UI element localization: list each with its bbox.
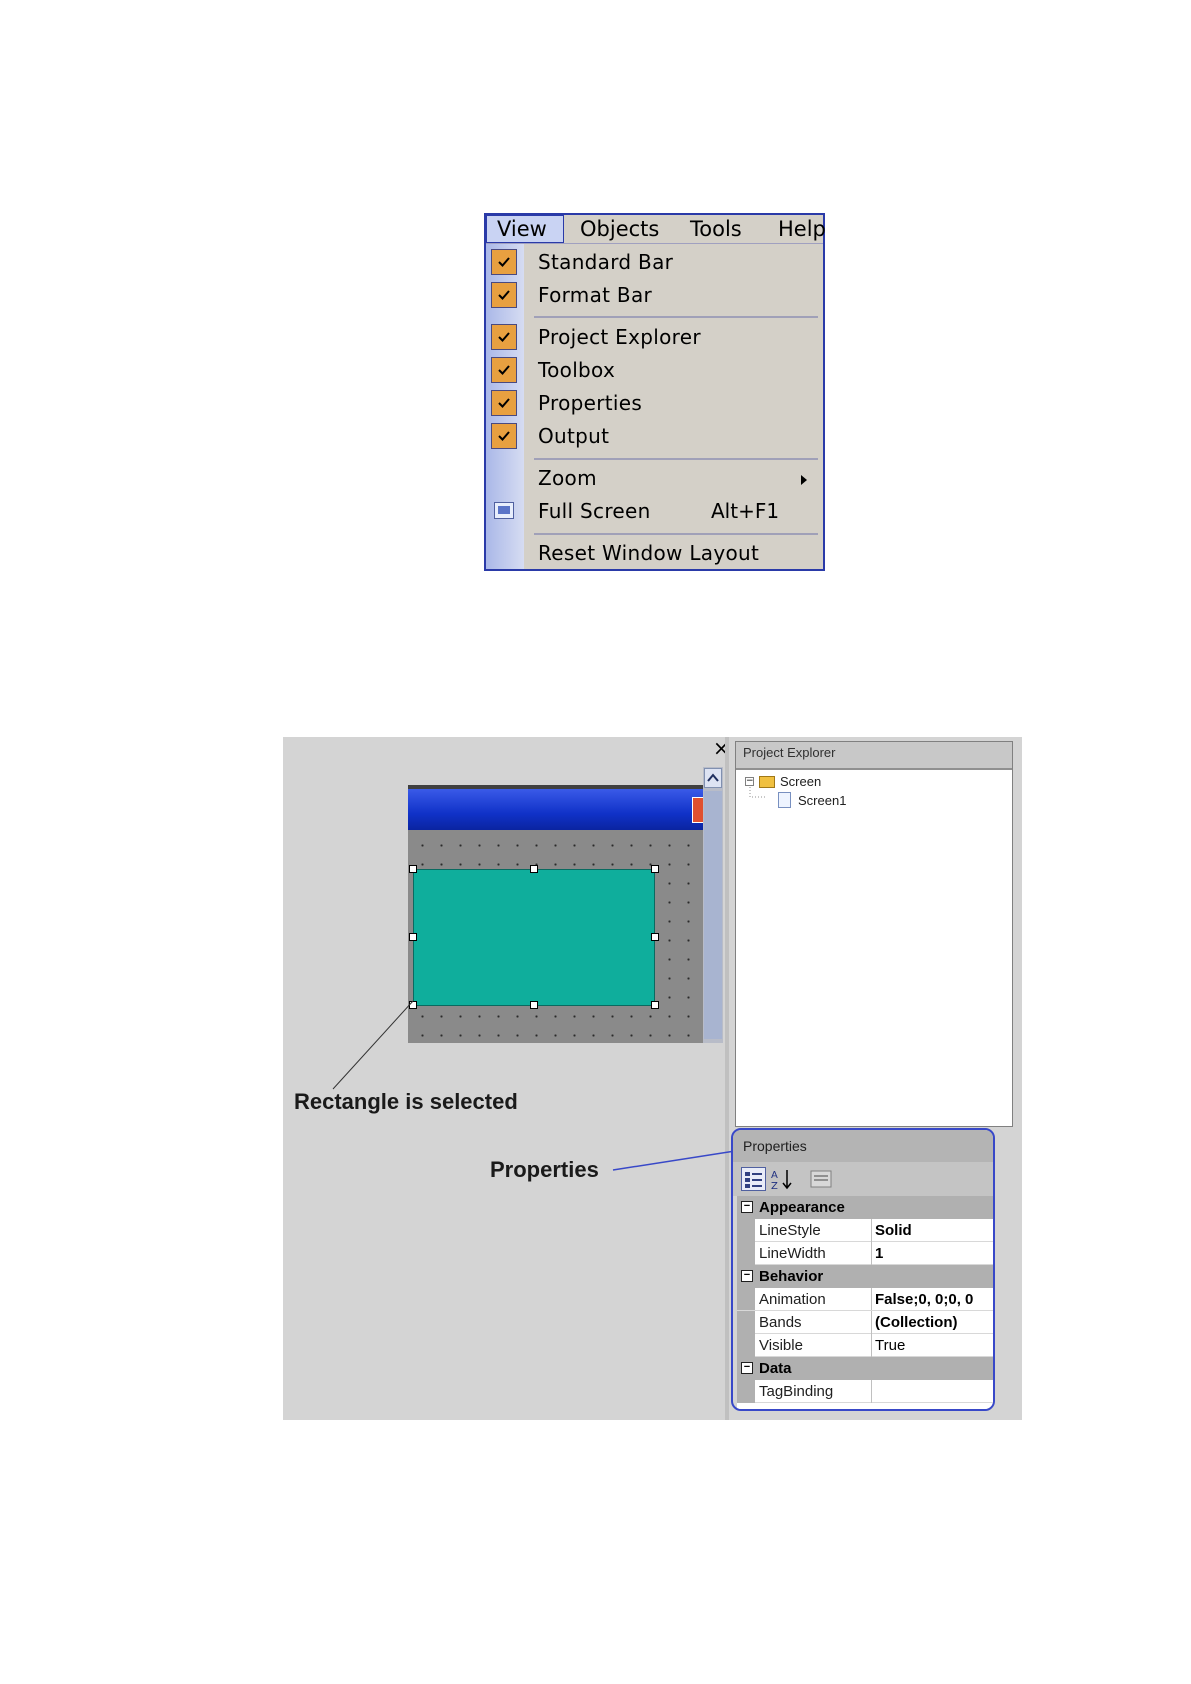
row-gutter — [737, 1219, 755, 1242]
menu-bar: View Objects Tools Help — [486, 215, 826, 244]
category-data[interactable]: − Data — [737, 1357, 993, 1380]
menu-item-output[interactable]: Output — [486, 420, 823, 453]
property-value[interactable]: False;0, 0;0, 0 — [875, 1291, 973, 1308]
project-explorer-panel: Project Explorer − Screen Screen1 — [735, 741, 1013, 1127]
document-icon — [778, 792, 791, 808]
properties-panel: Properties AZ − Appearance LineStyle Sol… — [731, 1128, 995, 1411]
menu-item-reset-window-layout[interactable]: Reset Window Layout — [486, 537, 823, 570]
menu-separator — [534, 533, 818, 535]
column-divider — [871, 1219, 872, 1242]
collapse-icon[interactable]: − — [741, 1362, 753, 1374]
menu-item-toolbox[interactable]: Toolbox — [486, 354, 823, 387]
callout-line-properties — [612, 1150, 736, 1171]
column-divider — [871, 1242, 872, 1265]
menu-item-label: Properties — [538, 391, 643, 415]
checkmark-icon — [491, 324, 517, 350]
tree-collapse-icon[interactable]: − — [745, 777, 754, 786]
alphabetical-sort-icon[interactable]: AZ — [770, 1167, 795, 1192]
collapse-icon[interactable]: − — [741, 1270, 753, 1282]
menu-help[interactable]: Help — [768, 215, 843, 243]
callout-line-rectangle — [332, 1000, 414, 1090]
full-screen-icon — [494, 502, 514, 519]
property-name: LineWidth — [759, 1245, 826, 1262]
column-divider — [871, 1334, 872, 1357]
category-appearance[interactable]: − Appearance — [737, 1196, 993, 1219]
collapse-icon[interactable]: − — [741, 1201, 753, 1213]
categorized-view-icon[interactable] — [741, 1167, 766, 1191]
svg-text:A: A — [771, 1170, 778, 1181]
property-row-animation[interactable]: Animation False;0, 0;0, 0 — [737, 1288, 993, 1311]
caption-properties: Properties — [490, 1157, 599, 1182]
row-gutter — [737, 1311, 755, 1334]
checkmark-icon — [491, 357, 517, 383]
column-divider — [871, 1288, 872, 1310]
menu-tools[interactable]: Tools — [680, 215, 752, 243]
project-explorer-header: Project Explorer — [736, 742, 1012, 770]
property-name: Bands — [759, 1314, 802, 1331]
row-gutter — [737, 1288, 755, 1310]
menu-item-full-screen[interactable]: Full Screen Alt+F1 — [486, 495, 823, 528]
menu-item-format-bar[interactable]: Format Bar — [486, 279, 823, 312]
view-menu-screenshot: View Objects Tools Help Standard Bar For… — [484, 213, 826, 571]
editor-screenshot: × Rectangle is selected Properties Proje… — [283, 737, 1022, 1420]
category-behavior[interactable]: − Behavior — [737, 1265, 993, 1288]
menu-item-label: Project Explorer — [538, 325, 701, 349]
caption-rectangle-selected: Rectangle is selected — [294, 1089, 518, 1114]
menu-separator — [534, 316, 818, 318]
row-gutter — [737, 1242, 755, 1265]
properties-toolbar: AZ — [733, 1162, 993, 1196]
menu-item-label: Standard Bar — [538, 250, 674, 274]
column-divider — [871, 1311, 872, 1334]
menu-item-label: Output — [538, 424, 610, 448]
category-label: Behavior — [759, 1268, 824, 1285]
tree-node-screen[interactable]: Screen — [780, 774, 821, 789]
menu-item-label: Full Screen — [538, 499, 651, 523]
property-value[interactable]: 1 — [875, 1245, 883, 1262]
checkmark-icon — [491, 390, 517, 416]
property-name: LineStyle — [759, 1222, 821, 1239]
checkmark-icon — [491, 282, 517, 308]
menu-separator — [534, 458, 818, 460]
menu-item-label: Toolbox — [538, 358, 616, 382]
menu-item-project-explorer[interactable]: Project Explorer — [486, 321, 823, 354]
category-label: Appearance — [759, 1199, 845, 1216]
property-name: Animation — [759, 1291, 826, 1308]
property-row-bands[interactable]: Bands (Collection) — [737, 1311, 993, 1334]
menu-item-label: Format Bar — [538, 283, 653, 307]
menu-view[interactable]: View — [486, 215, 564, 243]
checkmark-icon — [491, 249, 517, 275]
property-row-visible[interactable]: Visible True — [737, 1334, 993, 1357]
menu-item-label: Zoom — [538, 466, 597, 490]
tree-connector — [749, 787, 767, 798]
submenu-arrow-icon — [801, 475, 807, 485]
row-gutter — [737, 1380, 755, 1403]
property-value[interactable]: Solid — [875, 1222, 912, 1239]
property-value[interactable]: (Collection) — [875, 1314, 958, 1331]
panel-title: Properties — [743, 1138, 807, 1154]
category-label: Data — [759, 1360, 792, 1377]
row-gutter — [737, 1334, 755, 1357]
tree-node-screen1[interactable]: Screen1 — [798, 793, 846, 808]
menu-item-standard-bar[interactable]: Standard Bar — [486, 246, 823, 279]
menu-item-label: Reset Window Layout — [538, 541, 760, 565]
column-divider — [871, 1380, 872, 1403]
property-value[interactable]: True — [875, 1337, 905, 1354]
svg-text:Z: Z — [771, 1181, 778, 1191]
callout-lines — [332, 1000, 736, 1171]
menu-item-properties[interactable]: Properties — [486, 387, 823, 420]
panel-title: Project Explorer — [743, 745, 836, 760]
properties-header: Properties — [733, 1130, 993, 1162]
checkmark-icon — [491, 423, 517, 449]
property-row-tagbinding[interactable]: TagBinding — [737, 1380, 993, 1403]
menu-objects[interactable]: Objects — [570, 215, 669, 243]
property-row-linestyle[interactable]: LineStyle Solid — [737, 1219, 993, 1242]
property-name: Visible — [759, 1337, 803, 1354]
property-grid: − Appearance LineStyle Solid LineWidth 1… — [737, 1196, 993, 1409]
property-name: TagBinding — [759, 1383, 834, 1400]
menu-item-zoom[interactable]: Zoom — [486, 462, 823, 495]
property-pages-icon[interactable] — [809, 1167, 834, 1191]
property-row-linewidth[interactable]: LineWidth 1 — [737, 1242, 993, 1265]
menu-item-shortcut: Alt+F1 — [711, 499, 780, 523]
